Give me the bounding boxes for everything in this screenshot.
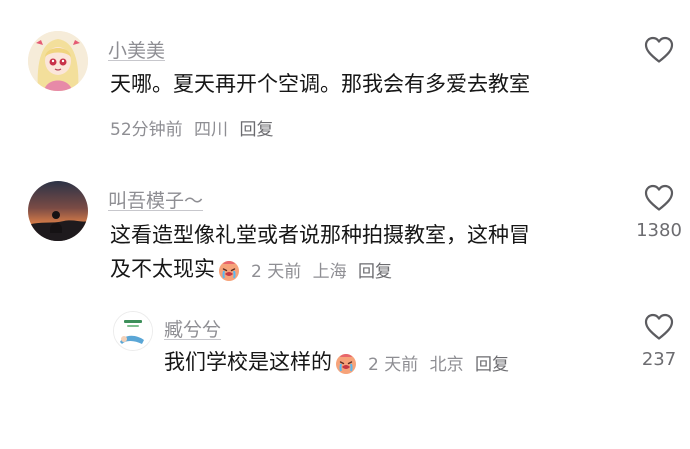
comment-location: 上海 bbox=[312, 262, 347, 282]
comment-time: 2 天前 bbox=[251, 262, 302, 282]
username[interactable]: 臧兮兮 bbox=[164, 315, 221, 342]
avatar[interactable] bbox=[28, 181, 88, 241]
avatar-sunset-silhouette-image bbox=[28, 181, 88, 241]
avatar[interactable] bbox=[28, 31, 88, 91]
comment-second-line: 及不太现实 2 天前 上海 回复 bbox=[110, 257, 398, 283]
username[interactable]: 小美美 bbox=[108, 36, 165, 63]
username[interactable]: 叫吾模子～ bbox=[108, 186, 203, 213]
like-count: 1380 bbox=[636, 220, 682, 241]
heart-outline-icon[interactable] bbox=[644, 313, 674, 341]
comment-line: 我们学校是这样的 2 天前 北京 回复 bbox=[164, 350, 515, 376]
comment-location: 四川 bbox=[194, 120, 229, 140]
like-count: 237 bbox=[641, 349, 677, 370]
comment-text: 天哪。夏天再开个空调。那我会有多爱去教室 bbox=[110, 72, 530, 96]
text-truncation-fade bbox=[548, 222, 608, 250]
reply-button[interactable]: 回复 bbox=[239, 120, 273, 140]
comment-meta: 2 天前 上海 回复 bbox=[251, 257, 398, 282]
comment-time: 52分钟前 bbox=[110, 120, 183, 140]
heart-outline-icon[interactable] bbox=[644, 36, 674, 64]
avatar-anime-girl-image bbox=[28, 31, 88, 91]
heart-outline-icon[interactable] bbox=[644, 184, 674, 212]
comment-time: 2 天前 bbox=[368, 355, 419, 375]
like-button[interactable]: 237 bbox=[629, 313, 689, 370]
avatar[interactable] bbox=[113, 311, 153, 351]
comment-text: 我们学校是这样的 bbox=[164, 350, 332, 374]
comment-text-line: 及不太现实 bbox=[110, 257, 215, 281]
comment-text-line: 这看造型像礼堂或者说那种拍摄教室，这种冒 bbox=[110, 223, 530, 247]
like-button[interactable] bbox=[629, 36, 689, 72]
comment-meta: 52分钟前 四川 回复 bbox=[110, 115, 279, 140]
reply-button[interactable]: 回复 bbox=[475, 355, 509, 375]
comment-meta: 2 天前 北京 回复 bbox=[368, 350, 515, 375]
reply-button[interactable]: 回复 bbox=[358, 262, 392, 282]
crying-face-emoji bbox=[219, 260, 239, 281]
like-button[interactable]: 1380 bbox=[629, 184, 689, 241]
crying-face-emoji bbox=[336, 353, 356, 374]
avatar-cartoon-image bbox=[114, 312, 152, 350]
comment-location: 北京 bbox=[429, 355, 464, 375]
